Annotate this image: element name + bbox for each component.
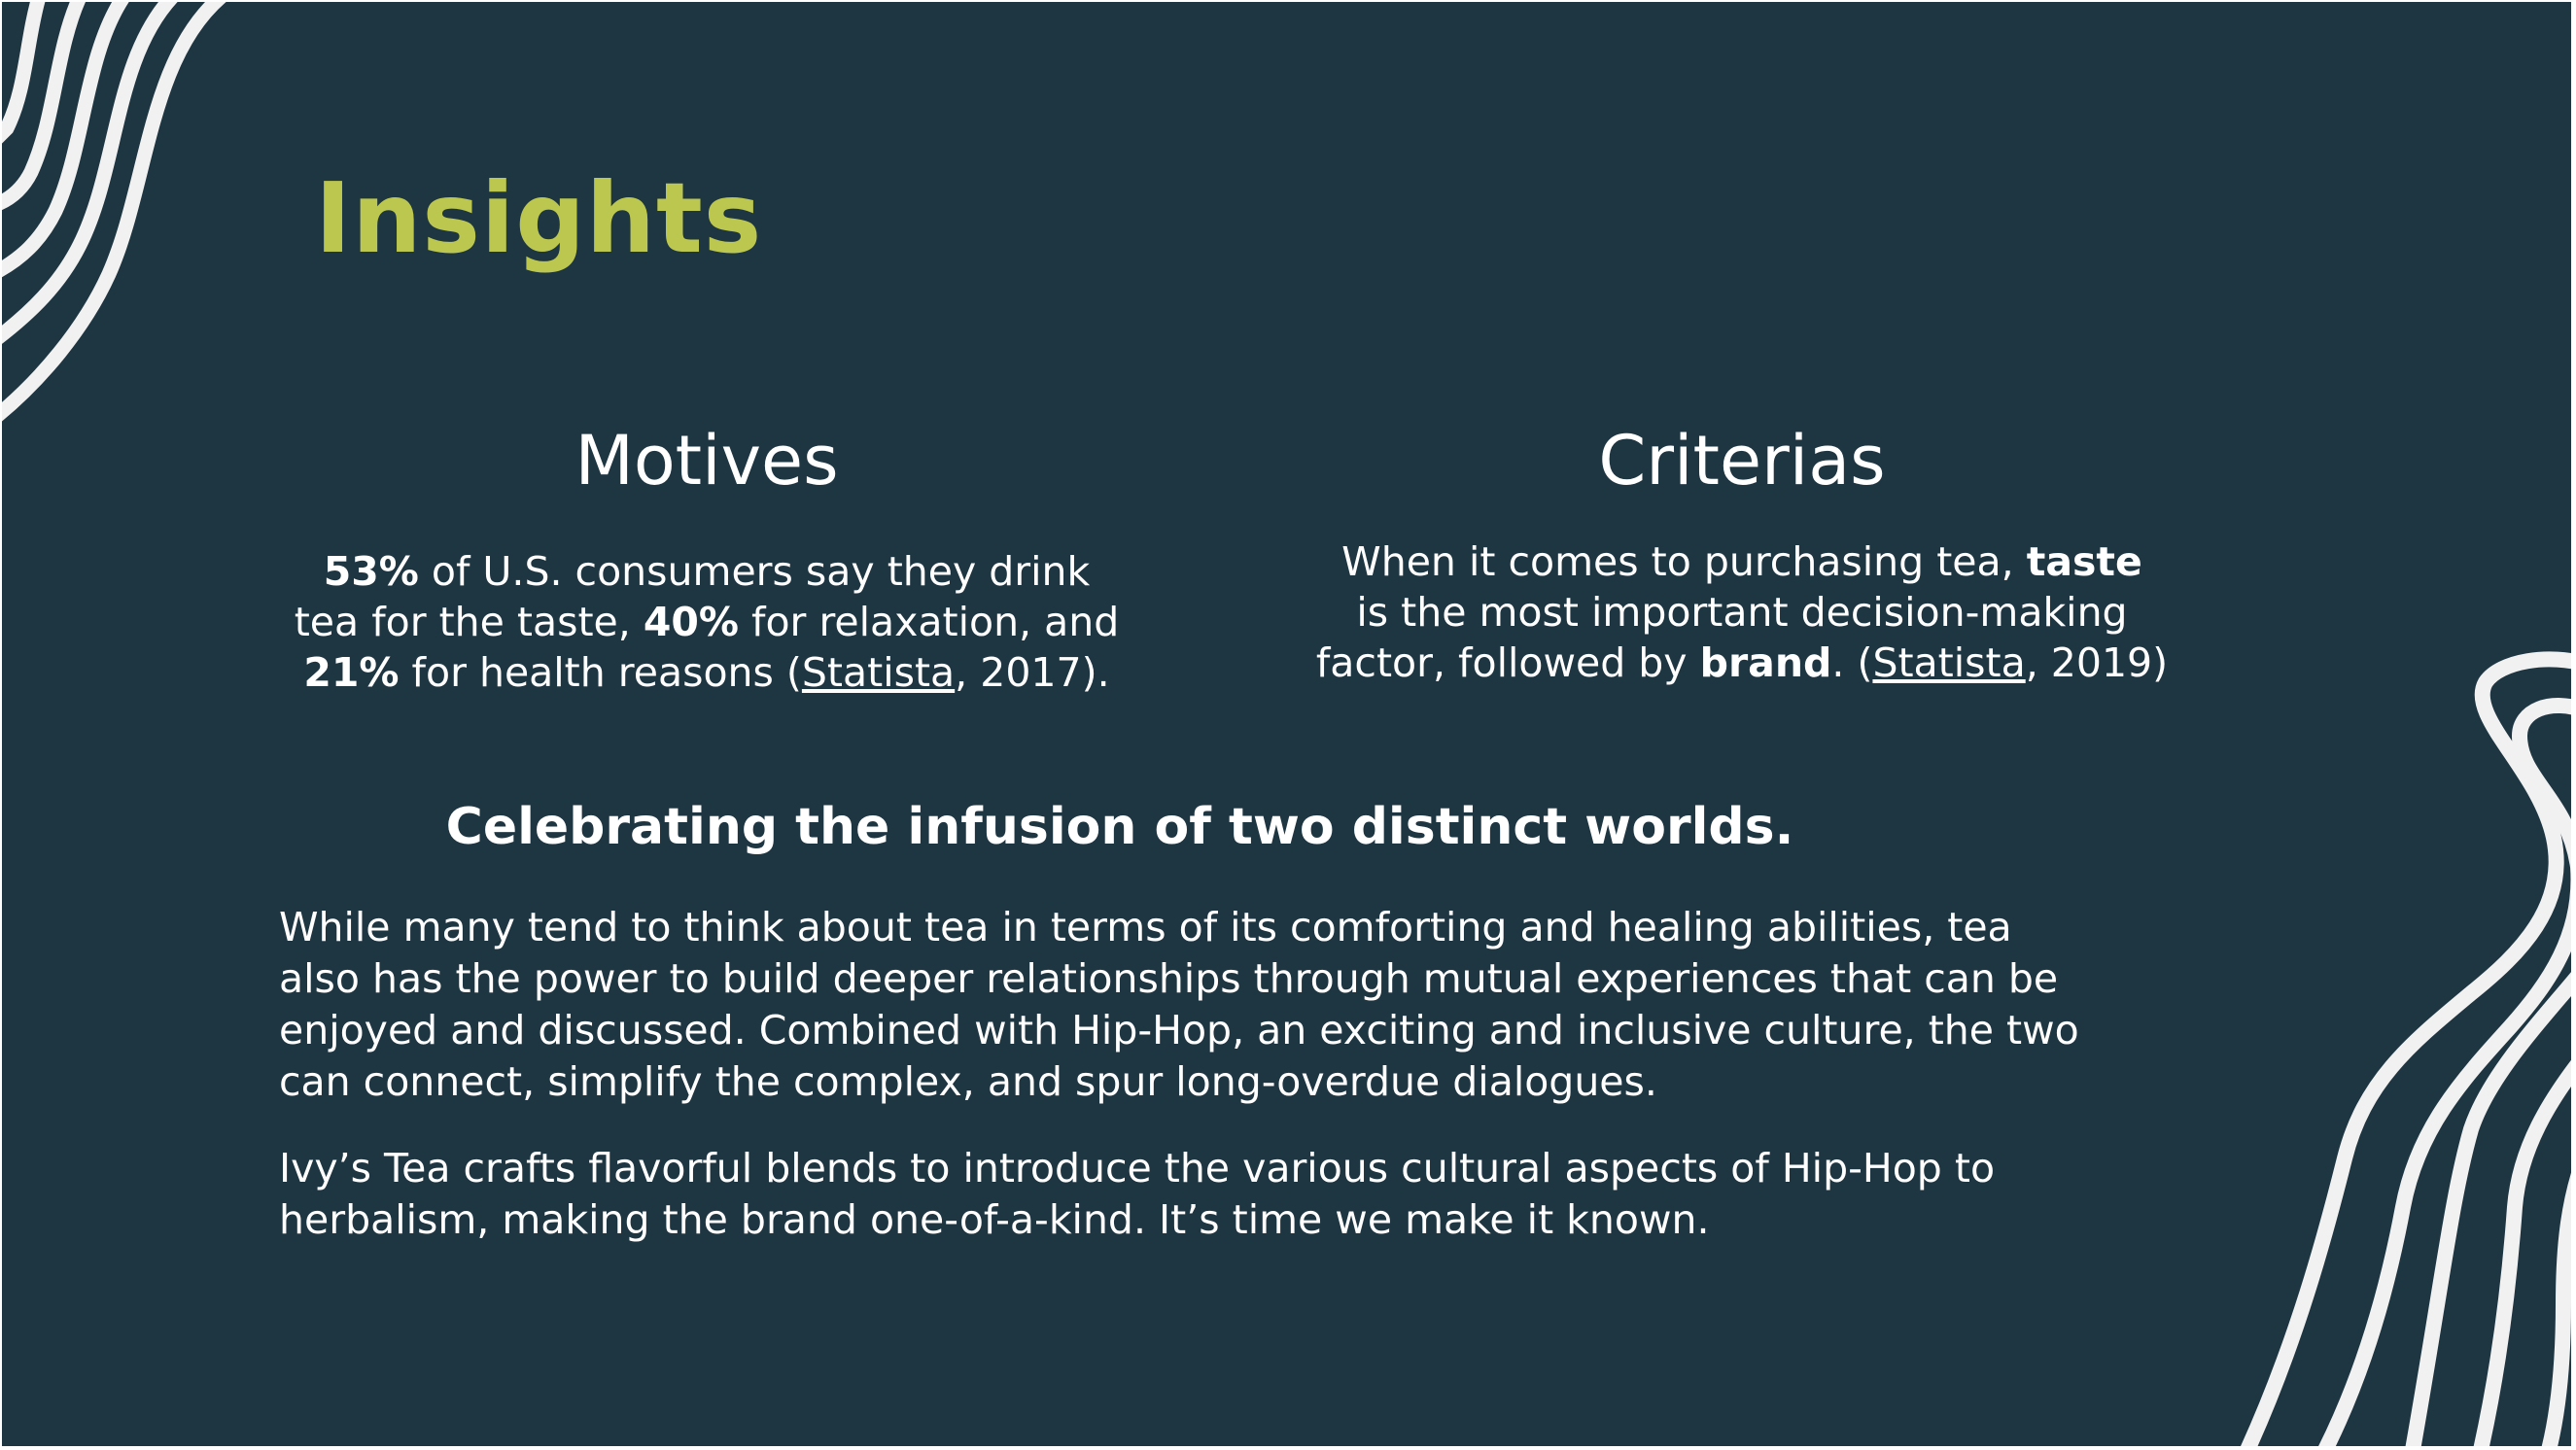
criterias-line-2-text: is the most important decision-making (1356, 589, 2128, 636)
criterias-line-3-text-a: factor, followed by (1315, 639, 1700, 686)
wavy-stripes-decoration-top-left (2, 2, 226, 422)
paragraph-2: Ivy’s Tea crafts flavorful blends to int… (279, 1143, 2223, 1246)
motives-heading: Motives (574, 421, 839, 501)
motives-line-3-text-a: for health reasons ( (399, 649, 802, 696)
statista-link-2019[interactable]: Statista (1872, 639, 2025, 686)
criterias-line-1: When it comes to purchasing tea, taste (1266, 536, 2218, 587)
paragraph-1: While many tend to think about tea in te… (279, 902, 2223, 1108)
motives-line-3: 21% for health reasons (Statista, 2017). (245, 647, 1168, 698)
paragraph-1-line: also has the power to build deeper relat… (279, 955, 2059, 1002)
paragraph-1-line: While many tend to think about tea in te… (279, 904, 2012, 950)
wavy-stripes-decoration-bottom-right (2241, 651, 2571, 1446)
slide: Insights Motives Criterias 53% of U.S. c… (2, 2, 2571, 1446)
stat-relaxation-percent: 40% (643, 599, 739, 645)
criteria-brand: brand (1699, 639, 1832, 686)
motives-line-1: 53% of U.S. consumers say they drink (245, 546, 1168, 597)
slide-title: Insights (315, 161, 763, 275)
stat-taste-percent: 53% (323, 548, 419, 595)
paragraph-2-line: Ivy’s Tea crafts flavorful blends to int… (279, 1145, 1996, 1191)
paragraph-1-line: enjoyed and discussed. Combined with Hip… (279, 1007, 2079, 1053)
criterias-text: When it comes to purchasing tea, taste i… (1266, 536, 2218, 688)
statista-link-2017[interactable]: Statista (802, 649, 955, 696)
criteria-taste: taste (2026, 538, 2142, 585)
motives-line-2-text-a: tea for the taste, (294, 599, 644, 645)
criterias-line-1-text: When it comes to purchasing tea, (1341, 538, 2027, 585)
motives-line-1-text: of U.S. consumers say they drink (418, 548, 1091, 595)
motives-line-2-text-b: for relaxation, and (739, 599, 1120, 645)
paragraph-1-line: can connect, simplify the complex, and s… (279, 1058, 1657, 1105)
stat-health-percent: 21% (303, 649, 400, 696)
criterias-line-3: factor, followed by brand. (Statista, 20… (1266, 638, 2218, 688)
motives-line-3-text-b: , 2017). (955, 649, 1110, 696)
paragraph-2-line: herbalism, making the brand one-of-a-kin… (279, 1196, 1710, 1243)
criterias-line-3-text-c: , 2019) (2025, 639, 2169, 686)
criterias-heading: Criterias (1598, 421, 1886, 501)
subheading: Celebrating the infusion of two distinct… (445, 798, 1794, 856)
criterias-line-3-text-b: . ( (1831, 639, 1873, 686)
motives-line-2: tea for the taste, 40% for relaxation, a… (245, 597, 1168, 647)
criterias-line-2: is the most important decision-making (1266, 587, 2218, 638)
motives-text: 53% of U.S. consumers say they drink tea… (245, 546, 1168, 698)
